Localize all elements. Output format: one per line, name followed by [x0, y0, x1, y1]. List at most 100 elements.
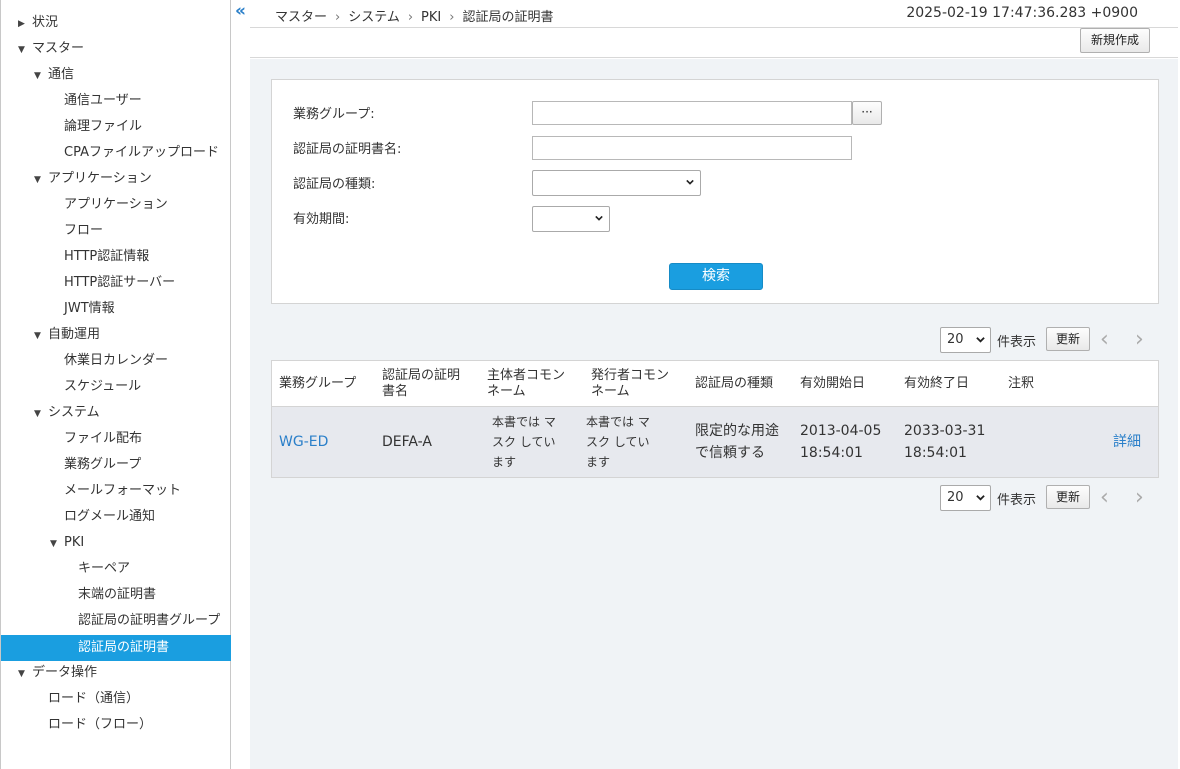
sidebar-item-schedule[interactable]: スケジュール — [64, 374, 141, 400]
breadcrumb-item-pki[interactable]: PKI — [421, 10, 441, 25]
group-link[interactable]: WG-ED — [279, 431, 328, 453]
results-table: 業務グループ 認証局の証明書名 主体者コモンネーム 発行者コモンネーム 認証局の… — [271, 360, 1159, 478]
per-page-select[interactable]: 20 — [940, 327, 991, 353]
sidebar-item-data-operation[interactable]: ▼ データ操作 — [18, 660, 97, 686]
main-content: 業務グループ: ··· 認証局の証明書名: 認証局の種類: 有効期間: 検索 2… — [250, 59, 1178, 769]
breadcrumb-separator-icon: › — [449, 10, 455, 25]
sidebar-item-label: フロー — [64, 223, 104, 238]
sidebar-item-ca-cert[interactable]: 認証局の証明書 — [1, 635, 231, 661]
sidebar-item-label: 状況 — [32, 15, 59, 30]
sidebar-item-system[interactable]: ▼ システム — [34, 400, 100, 426]
sidebar-item-master[interactable]: ▼ マスター — [18, 36, 84, 62]
new-create-button[interactable]: 新規作成 — [1080, 28, 1150, 53]
sidebar-item-flow[interactable]: フロー — [64, 218, 103, 244]
table-row[interactable]: WG-ED DEFA-A 本書では マスク しています 本書では マスク してい… — [272, 406, 1158, 477]
refresh-button[interactable]: 更新 — [1046, 485, 1090, 509]
prev-page-icon[interactable]: ‹ — [1100, 487, 1109, 509]
sidebar-item-label: ロード（通信） — [48, 691, 140, 706]
per-page-suffix: 件表示 — [997, 335, 1037, 350]
validity-label: 有効期間: — [293, 212, 350, 227]
breadcrumb: マスター › システム › PKI › 認証局の証明書 — [275, 6, 553, 25]
sidebar-collapse-icon[interactable]: « — [235, 3, 246, 20]
sidebar-item-communication[interactable]: ▼ 通信 — [34, 62, 74, 88]
prev-page-icon[interactable]: ‹ — [1100, 329, 1109, 351]
sidebar-item-label: スケジュール — [64, 379, 142, 394]
group-input[interactable] — [532, 101, 852, 125]
sidebar-item-label: マスター — [32, 41, 85, 56]
next-page-icon[interactable]: › — [1135, 329, 1144, 351]
sidebar-item-label: メールフォーマット — [64, 483, 182, 498]
column-header-subject-cn[interactable]: 主体者コモンネーム — [487, 361, 577, 406]
sidebar-item-comm-user[interactable]: 通信ユーザー — [64, 88, 142, 114]
column-header-end-date[interactable]: 有効終了日 — [904, 361, 1004, 406]
sidebar-item-label: 通信ユーザー — [64, 93, 142, 108]
sidebar-item-ca-cert-group[interactable]: 認証局の証明書グループ — [78, 608, 220, 634]
subject-cn-cell: 本書では マスク しています — [492, 415, 556, 469]
column-header-note[interactable]: 注釈 — [1008, 361, 1068, 406]
sidebar-item-label: キーペア — [78, 561, 131, 576]
collapse-arrow-icon: ▼ — [34, 331, 41, 341]
chevron-down-icon — [976, 337, 985, 343]
validity-select[interactable] — [532, 206, 610, 232]
sidebar-item-label: データ操作 — [32, 665, 98, 680]
group-browse-button[interactable]: ··· — [852, 101, 882, 125]
sidebar-item-holiday-calendar[interactable]: 休業日カレンダー — [64, 348, 168, 374]
toolbar: 新規作成 — [250, 28, 1178, 58]
sidebar-item-mail-format[interactable]: メールフォーマット — [64, 478, 181, 504]
per-page-select[interactable]: 20 — [940, 485, 991, 511]
breadcrumb-item-system[interactable]: システム — [348, 10, 400, 25]
detail-link[interactable]: 詳細 — [1113, 431, 1141, 453]
sidebar-item-http-auth-server[interactable]: HTTP認証サーバー — [64, 270, 175, 296]
chevron-down-icon — [976, 495, 985, 501]
cert-name-label: 認証局の証明書名: — [293, 142, 402, 157]
chevron-down-icon — [686, 179, 694, 185]
sidebar-item-label: HTTP認証サーバー — [64, 275, 176, 290]
sidebar-item-jwt-info[interactable]: JWT情報 — [64, 296, 115, 322]
pager-bottom: 20 件表示 更新 ‹ › — [940, 485, 1160, 511]
column-header-cert-name[interactable]: 認証局の証明書名 — [382, 361, 472, 406]
collapse-arrow-icon: ▼ — [50, 539, 57, 549]
sidebar-item-end-cert[interactable]: 末端の証明書 — [78, 582, 156, 608]
sidebar-item-application-group[interactable]: ▼ アプリケーション — [34, 166, 152, 192]
sidebar-item-label: 認証局の証明書グループ — [78, 613, 221, 628]
sidebar-item-application[interactable]: アプリケーション — [64, 192, 168, 218]
sidebar-item-label: CPAファイルアップロード — [64, 145, 219, 160]
refresh-button[interactable]: 更新 — [1046, 327, 1090, 351]
column-header-ca-type[interactable]: 認証局の種類 — [695, 361, 795, 406]
sidebar-nav: ▶ 状況 ▼ マスター ▼ 通信 通信ユーザー 論理ファイル CPAファイルアップロー… — [0, 0, 231, 769]
sidebar-item-label: 末端の証明書 — [78, 587, 157, 602]
column-header-issuer-cn[interactable]: 発行者コモンネーム — [591, 361, 681, 406]
column-header-group[interactable]: 業務グループ — [279, 361, 374, 406]
cert-name-input[interactable] — [532, 136, 852, 160]
sidebar-item-logical-file[interactable]: 論理ファイル — [64, 114, 142, 140]
chevron-down-icon — [595, 215, 603, 221]
sidebar-item-load-comm[interactable]: ロード（通信） — [48, 686, 139, 712]
sidebar-item-business-group[interactable]: 業務グループ — [64, 452, 141, 478]
ca-type-select[interactable] — [532, 170, 701, 196]
collapse-arrow-icon: ▼ — [18, 669, 25, 679]
sidebar-item-auto-operation[interactable]: ▼ 自動運用 — [34, 322, 100, 348]
next-page-icon[interactable]: › — [1135, 487, 1144, 509]
sidebar-item-http-auth-info[interactable]: HTTP認証情報 — [64, 244, 149, 270]
ca-type-cell: 限定的な用途で信頼する — [695, 423, 779, 461]
group-label: 業務グループ: — [293, 107, 375, 122]
collapse-arrow-icon: ▼ — [34, 409, 41, 419]
collapse-arrow-icon: ▼ — [34, 175, 41, 185]
sidebar-item-log-mail[interactable]: ログメール通知 — [64, 504, 155, 530]
search-button[interactable]: 検索 — [669, 263, 763, 290]
sidebar-item-label: 通信 — [48, 67, 75, 82]
sidebar-item-cpa-upload[interactable]: CPAファイルアップロード — [64, 140, 219, 166]
sidebar-item-keypair[interactable]: キーペア — [78, 556, 130, 582]
header-bar: マスター › システム › PKI › 認証局の証明書 2025-02-19 17:47:3… — [250, 0, 1178, 28]
sidebar-item-label: 業務グループ — [64, 457, 142, 472]
breadcrumb-item-master[interactable]: マスター — [275, 10, 327, 25]
issuer-cn-cell: 本書では マスク しています — [586, 415, 650, 469]
sidebar-item-pki[interactable]: ▼ PKI — [50, 530, 84, 556]
sidebar-item-load-flow[interactable]: ロード（フロー） — [48, 712, 152, 738]
sidebar-item-label: HTTP認証情報 — [64, 249, 150, 264]
column-header-start-date[interactable]: 有効開始日 — [800, 361, 900, 406]
sidebar-item-label: 休業日カレンダー — [64, 353, 169, 368]
sidebar-item-label: JWT情報 — [64, 301, 115, 316]
sidebar-item-file-distribution[interactable]: ファイル配布 — [64, 426, 142, 452]
sidebar-item-status[interactable]: ▶ 状況 — [18, 10, 58, 36]
